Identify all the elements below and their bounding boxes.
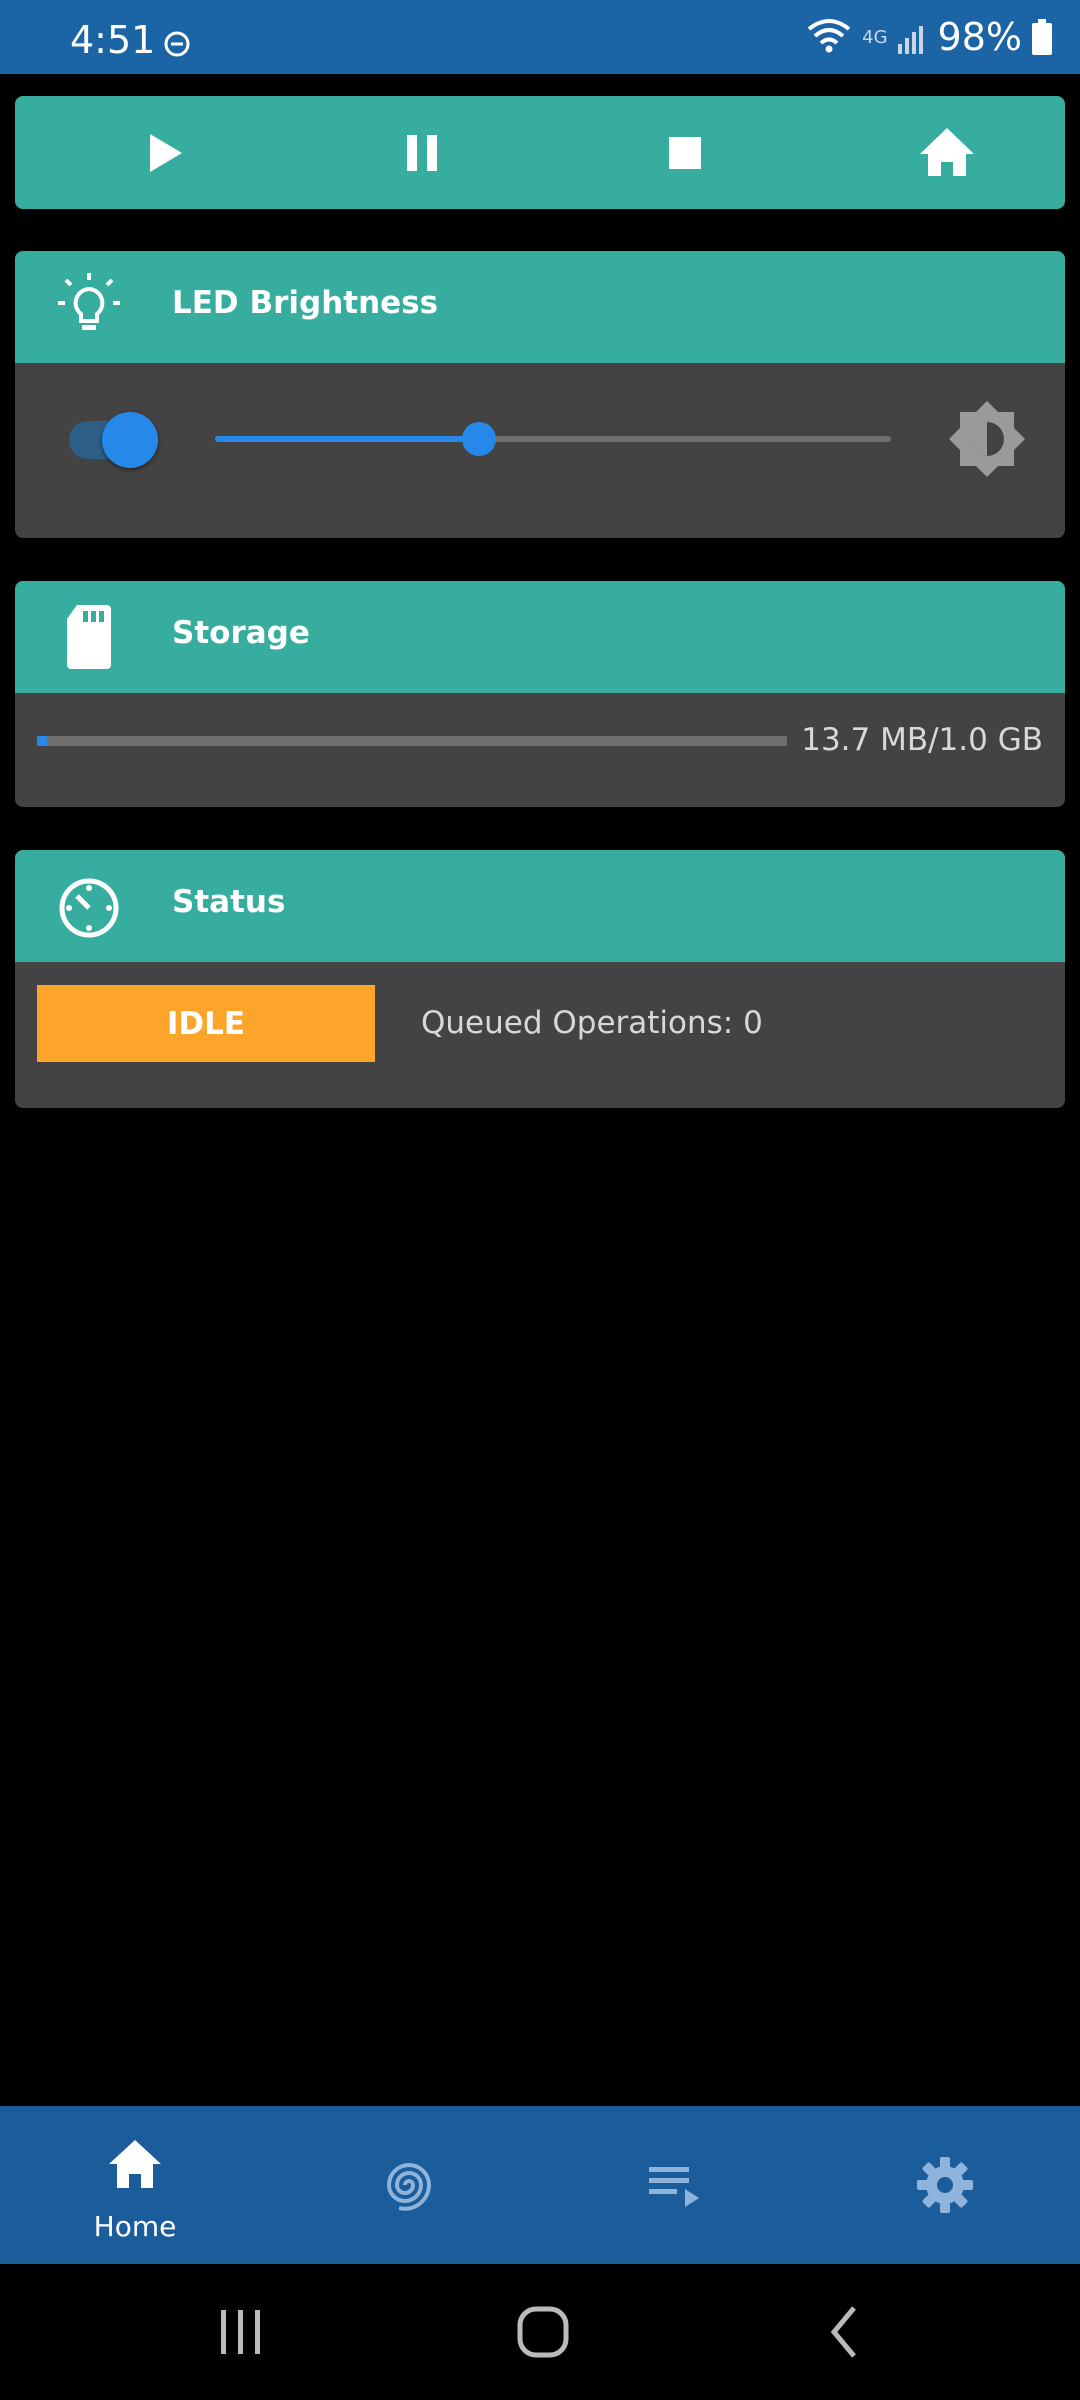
queued-operations: Queued Operations: 0 xyxy=(421,1005,763,1041)
do-not-disturb-icon xyxy=(164,31,190,57)
storage-title: Storage xyxy=(172,615,310,651)
status-card: Status IDLE Queued Operations: 0 xyxy=(15,850,1065,1108)
brightness-slider[interactable] xyxy=(215,422,891,456)
wifi-icon xyxy=(807,19,851,53)
back-icon[interactable] xyxy=(814,2300,878,2364)
brightness-slider-thumb[interactable] xyxy=(461,422,496,456)
home-icon xyxy=(109,2140,161,2188)
nav-item-playlist[interactable] xyxy=(540,2106,810,2264)
status-header: Status xyxy=(15,850,1065,962)
stop-icon[interactable] xyxy=(650,118,720,188)
spiral-icon xyxy=(386,2163,432,2211)
storage-progress-fill xyxy=(37,736,48,746)
storage-usage: 13.7 MB/1.0 GB xyxy=(801,722,1043,758)
recent-apps-icon[interactable] xyxy=(209,2300,273,2364)
timer-icon xyxy=(59,878,119,938)
status-title: Status xyxy=(172,884,286,920)
storage-header: Storage xyxy=(15,581,1065,693)
nav-item-settings[interactable] xyxy=(810,2106,1080,2264)
led-toggle-knob[interactable] xyxy=(102,412,158,468)
nav-item-home[interactable]: Home xyxy=(0,2106,270,2264)
signal-icon xyxy=(897,26,923,54)
status-bar: 4:51 4G 98% xyxy=(0,0,1080,74)
bottom-nav: Home xyxy=(0,2106,1080,2264)
led-brightness-header: LED Brightness xyxy=(15,251,1065,363)
lightbulb-icon xyxy=(58,273,120,330)
home-button-icon[interactable] xyxy=(511,2300,575,2364)
storage-progress xyxy=(37,736,787,746)
battery-icon xyxy=(1032,19,1052,55)
playlist-icon xyxy=(649,2167,699,2207)
led-brightness-card: LED Brightness xyxy=(15,251,1065,538)
status-badge: IDLE xyxy=(37,985,375,1062)
sd-card-icon xyxy=(67,605,111,669)
status-time: 4:51 xyxy=(70,18,156,62)
pause-icon[interactable] xyxy=(387,118,457,188)
gear-icon xyxy=(917,2157,973,2213)
battery-percent: 98% xyxy=(937,15,1022,59)
network-type: 4G xyxy=(862,26,888,48)
storage-card: Storage 13.7 MB/1.0 GB xyxy=(15,581,1065,807)
home-icon[interactable] xyxy=(912,118,982,188)
control-bar xyxy=(15,96,1065,209)
status-indicators: 4G 98% xyxy=(806,14,1052,60)
led-brightness-title: LED Brightness xyxy=(172,285,439,321)
nav-item-patterns[interactable] xyxy=(270,2106,540,2264)
brightness-icon[interactable] xyxy=(947,399,1027,479)
play-icon[interactable] xyxy=(128,118,198,188)
nav-label-home: Home xyxy=(93,2210,177,2243)
system-nav-bar xyxy=(0,2264,1080,2400)
brightness-slider-fill xyxy=(215,436,479,442)
